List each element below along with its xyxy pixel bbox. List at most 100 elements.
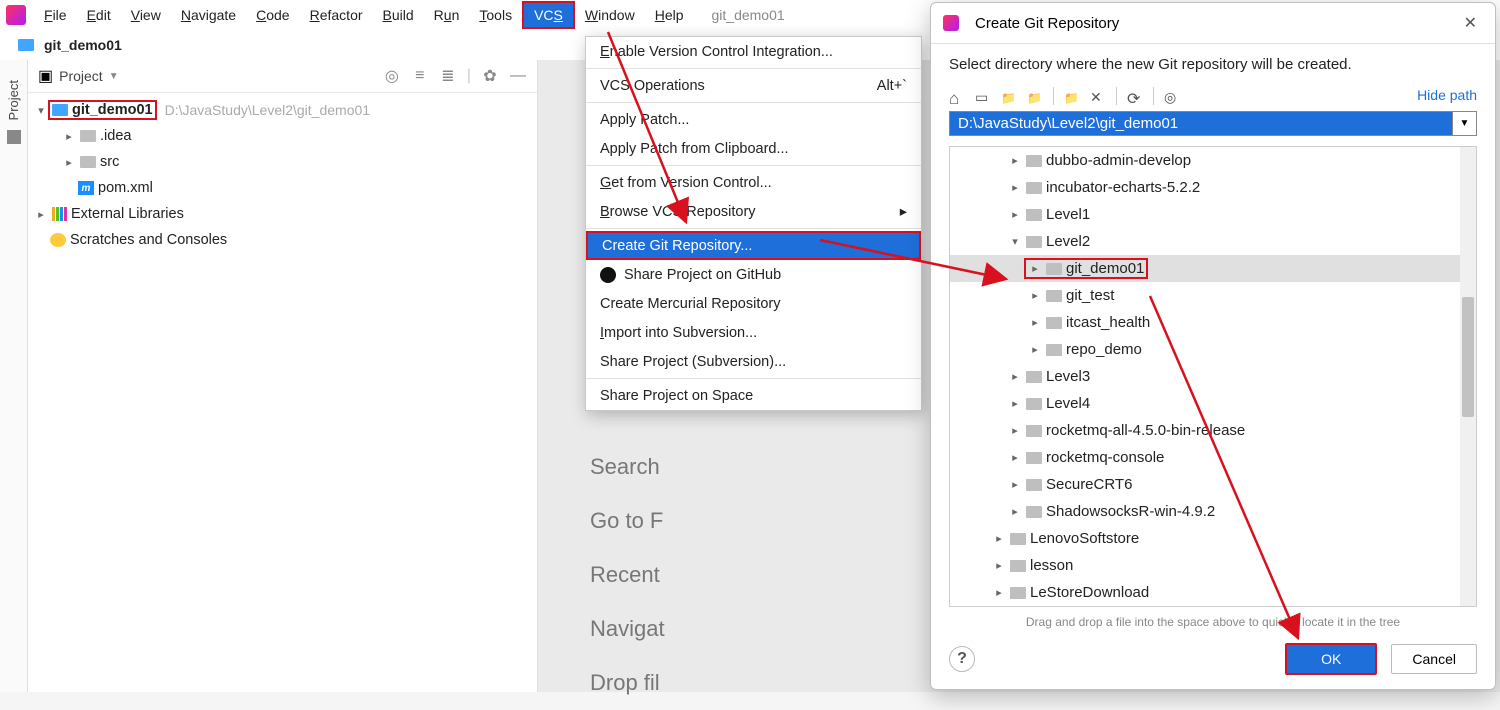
path-input[interactable]: D:\JavaStudy\Level2\git_demo01 (949, 111, 1453, 136)
dir-tree-row[interactable]: ▸repo_demo (950, 336, 1476, 363)
vcs-create-mercurial[interactable]: Create Mercurial Repository (586, 289, 921, 318)
chevron-right-icon[interactable]: ▸ (1008, 397, 1022, 410)
chevron-right-icon[interactable]: ▸ (992, 586, 1006, 599)
chevron-down-icon[interactable]: ▾ (34, 104, 48, 117)
chevron-right-icon[interactable]: ▸ (1008, 208, 1022, 221)
chevron-right-icon[interactable]: ▸ (62, 156, 76, 169)
menu-tools[interactable]: Tools (469, 3, 522, 27)
gear-icon[interactable]: ✿ (481, 67, 499, 85)
dir-tree-row[interactable]: ▸git_demo01 (950, 255, 1476, 282)
vcs-apply-patch-clipboard[interactable]: Apply Patch from Clipboard... (586, 134, 921, 163)
vcs-get-from-vcs[interactable]: Get from Version Control... (586, 168, 921, 197)
menu-build[interactable]: Build (373, 3, 424, 27)
tree-item-scratches[interactable]: Scratches and Consoles (70, 232, 227, 248)
vcs-enable-integration[interactable]: Enable Version Control Integration... (586, 37, 921, 66)
chevron-right-icon[interactable]: ▸ (62, 130, 76, 143)
close-icon[interactable]: ✕ (1458, 11, 1483, 35)
refresh-icon[interactable] (1127, 89, 1143, 103)
chevron-down-icon[interactable]: ▼ (109, 71, 119, 82)
folder-icon (1026, 236, 1042, 248)
menu-run[interactable]: Run (424, 3, 470, 27)
dir-tree-row[interactable]: ▸LeStoreDownload (950, 579, 1476, 606)
chevron-right-icon[interactable]: ▸ (992, 559, 1006, 572)
menu-help[interactable]: Help (645, 3, 694, 27)
menu-view[interactable]: View (121, 3, 171, 27)
dir-tree-row[interactable]: ▸lesson (950, 552, 1476, 579)
ok-button[interactable]: OK (1285, 643, 1377, 675)
menu-file[interactable]: File (34, 3, 77, 27)
vcs-share-space[interactable]: Share Project on Space (586, 381, 921, 410)
cancel-button[interactable]: Cancel (1391, 644, 1477, 674)
chevron-right-icon[interactable]: ▸ (1028, 289, 1042, 302)
chevron-right-icon[interactable]: ▸ (1008, 424, 1022, 437)
menu-refactor[interactable]: Refactor (300, 3, 373, 27)
delete-icon[interactable] (1090, 89, 1106, 103)
dir-tree-row[interactable]: ▸Level1 (950, 201, 1476, 228)
scrollbar-thumb[interactable] (1462, 297, 1474, 417)
tree-item-root[interactable]: git_demo01 (72, 102, 153, 118)
menu-edit[interactable]: Edit (77, 3, 121, 27)
help-button[interactable]: ? (949, 646, 975, 672)
vcs-operations[interactable]: VCS OperationsAlt+` (586, 71, 921, 100)
menu-window[interactable]: Window (575, 3, 645, 27)
dir-tree-row[interactable]: ▸incubator-echarts-5.2.2 (950, 174, 1476, 201)
chevron-right-icon[interactable]: ▸ (1028, 316, 1042, 329)
create-git-repo-dialog: Create Git Repository ✕ Select directory… (930, 2, 1496, 690)
vcs-apply-patch[interactable]: Apply Patch... (586, 105, 921, 134)
path-dropdown-caret[interactable]: ▼ (1453, 111, 1477, 136)
folder-icon (1026, 155, 1042, 167)
tree-item-pom[interactable]: pom.xml (98, 180, 153, 196)
module-folder-icon[interactable] (1027, 89, 1043, 103)
desktop-icon[interactable] (975, 89, 991, 103)
chevron-right-icon[interactable]: ▸ (1008, 370, 1022, 383)
dir-tree-row[interactable]: ▸dubbo-admin-develop (950, 147, 1476, 174)
chevron-right-icon[interactable]: ▸ (992, 532, 1006, 545)
dir-tree-row[interactable]: ▸rocketmq-all-4.5.0-bin-release (950, 417, 1476, 444)
show-hidden-icon[interactable] (1164, 89, 1180, 103)
dir-tree-row[interactable]: ▸Level3 (950, 363, 1476, 390)
vcs-browse-repo[interactable]: Browse VCS Repository▸ (586, 197, 921, 226)
bookmarks-icon[interactable] (7, 130, 21, 144)
tree-item-external-libs[interactable]: External Libraries (71, 206, 184, 222)
expand-all-icon[interactable]: ≡ (411, 67, 429, 85)
dir-tree-row[interactable]: ▸git_test (950, 282, 1476, 309)
new-folder-icon[interactable] (1064, 89, 1080, 103)
chevron-right-icon[interactable]: ▸ (1008, 478, 1022, 491)
chevron-right-icon[interactable]: ▸ (1028, 262, 1042, 275)
dir-tree-row[interactable]: ▸Level4 (950, 390, 1476, 417)
breadcrumb-text[interactable]: git_demo01 (44, 37, 122, 53)
dir-tree-row[interactable]: ▸itcast_health (950, 309, 1476, 336)
maven-icon: m (78, 181, 94, 195)
vcs-share-svn[interactable]: Share Project (Subversion)... (586, 347, 921, 376)
menu-navigate[interactable]: Navigate (171, 3, 246, 27)
menu-code[interactable]: Code (246, 3, 299, 27)
vcs-import-svn[interactable]: Import into Subversion... (586, 318, 921, 347)
chevron-right-icon[interactable]: ▸ (1008, 451, 1022, 464)
dir-tree-row[interactable]: ▸ShadowsocksR-win-4.9.2 (950, 498, 1476, 525)
chevron-down-icon[interactable]: ▾ (1008, 235, 1022, 248)
chevron-right-icon[interactable]: ▸ (1008, 154, 1022, 167)
project-folder-icon[interactable] (1001, 89, 1017, 103)
project-view-label[interactable]: Project (59, 68, 103, 84)
collapse-all-icon[interactable]: ≣ (439, 67, 457, 85)
minimize-icon[interactable]: — (509, 67, 527, 85)
tool-tab-project[interactable]: Project (6, 80, 21, 120)
chevron-right-icon[interactable]: ▸ (1008, 505, 1022, 518)
home-icon[interactable] (949, 89, 965, 103)
locate-icon[interactable]: ◎ (383, 67, 401, 85)
dir-tree-row[interactable]: ▸LenovoSoftstore (950, 525, 1476, 552)
menu-vcs[interactable]: VCS (522, 1, 575, 29)
vcs-create-git-repo[interactable]: Create Git Repository... (586, 231, 921, 260)
chevron-right-icon[interactable]: ▸ (1028, 343, 1042, 356)
tree-item-src[interactable]: src (100, 154, 119, 170)
vcs-share-github[interactable]: Share Project on GitHub (586, 260, 921, 289)
dir-tree-row[interactable]: ▸rocketmq-console (950, 444, 1476, 471)
dir-tree-row[interactable]: ▾Level2 (950, 228, 1476, 255)
scrollbar-track[interactable] (1460, 147, 1476, 606)
chevron-right-icon[interactable]: ▸ (34, 208, 48, 221)
chevron-right-icon[interactable]: ▸ (1008, 181, 1022, 194)
dir-tree-row[interactable]: ▸SecureCRT6 (950, 471, 1476, 498)
tree-item-idea[interactable]: .idea (100, 128, 131, 144)
hide-path-link[interactable]: Hide path (1417, 87, 1477, 103)
directory-tree[interactable]: ▸dubbo-admin-develop▸incubator-echarts-5… (949, 146, 1477, 607)
